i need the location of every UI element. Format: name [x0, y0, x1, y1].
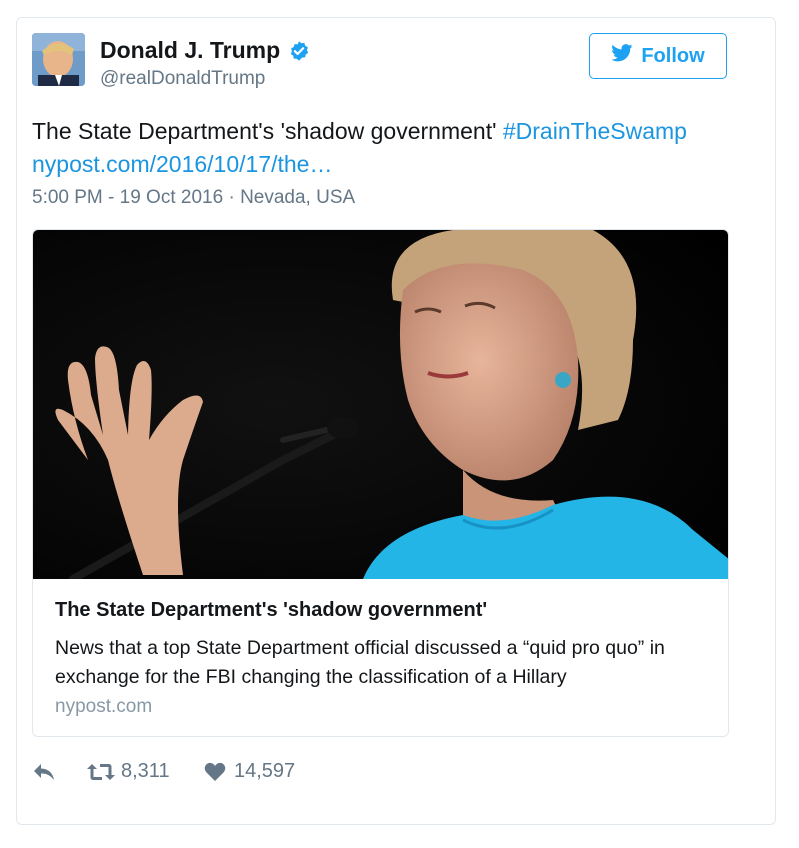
- reply-icon: [32, 762, 56, 782]
- heart-icon: [204, 762, 226, 782]
- reply-button[interactable]: [32, 762, 87, 782]
- tweet-text-body: The State Department's 'shadow governmen…: [32, 118, 503, 144]
- link-card-domain: nypost.com: [55, 696, 153, 717]
- hashtag-link[interactable]: #DrainTheSwamp: [503, 118, 687, 144]
- like-button[interactable]: 14,597: [204, 760, 295, 783]
- like-count: 14,597: [234, 760, 296, 782]
- link-card[interactable]: The State Department's 'shadow governmen…: [32, 229, 729, 737]
- link-card-title[interactable]: The State Department's 'shadow governmen…: [55, 599, 487, 622]
- follow-label: Follow: [641, 44, 705, 67]
- tweet-meta: 5:00 PM - 19 Oct 2016 · Nevada, USA: [32, 187, 355, 209]
- author-handle[interactable]: @realDonaldTrump: [100, 68, 265, 90]
- follow-button[interactable]: Follow: [589, 33, 727, 79]
- author-name-text[interactable]: Donald J. Trump: [100, 37, 280, 64]
- retweet-count: 8,311: [121, 760, 170, 782]
- tweet-text: The State Department's 'shadow governmen…: [32, 115, 732, 181]
- tweet-actions: 8,311 14,597: [32, 760, 295, 783]
- url-link[interactable]: nypost.com/2016/10/17/the…: [32, 151, 332, 177]
- retweet-button[interactable]: 8,311: [87, 760, 204, 783]
- link-card-image: [33, 230, 728, 579]
- link-card-description: News that a top State Department officia…: [55, 637, 665, 688]
- verified-badge-icon: [288, 40, 310, 62]
- author-name[interactable]: Donald J. Trump: [100, 37, 310, 64]
- meta-separator: ·: [228, 187, 235, 208]
- avatar[interactable]: [32, 33, 85, 86]
- timestamp[interactable]: 5:00 PM - 19 Oct 2016: [32, 187, 223, 208]
- location[interactable]: Nevada, USA: [240, 187, 355, 208]
- twitter-bird-icon: [611, 44, 641, 68]
- retweet-icon: [87, 762, 115, 782]
